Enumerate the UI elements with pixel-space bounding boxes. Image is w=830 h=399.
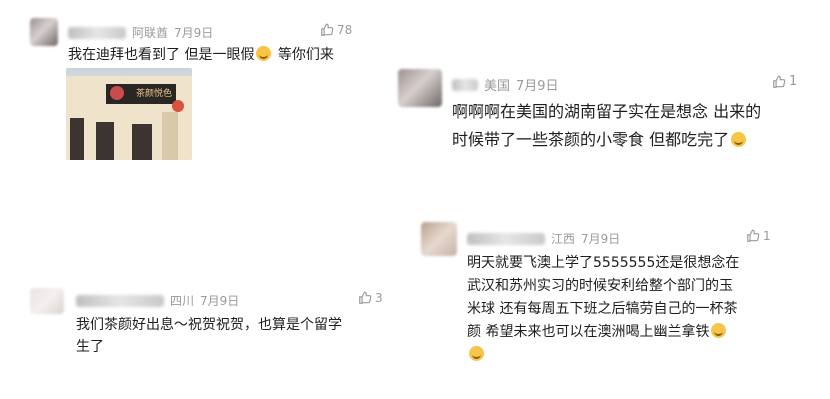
username-blurred bbox=[68, 26, 126, 39]
comment-text: 我们茶颜好出息～祝贺祝贺，也算是个留学 生了 bbox=[76, 317, 342, 355]
like-button[interactable]: 1 bbox=[772, 74, 797, 89]
comment-text: 我在迪拜也看到了 但是一眼假 等你们来 bbox=[68, 46, 334, 63]
grin-sweat-emoji-icon bbox=[256, 46, 272, 61]
username-blurred bbox=[76, 294, 164, 307]
thumbs-up-icon bbox=[359, 291, 372, 304]
like-button[interactable]: 78 bbox=[320, 23, 352, 37]
crying-emoji-icon bbox=[711, 323, 727, 338]
comment-text: 明天就要飞澳上学了5555555还是很想念在 武汉和苏州实习的时候安利给整个部门… bbox=[467, 252, 739, 367]
avatar[interactable] bbox=[398, 69, 442, 107]
comment-location: 江西 bbox=[551, 232, 576, 246]
thumbs-up-icon bbox=[321, 23, 334, 36]
avatar[interactable] bbox=[421, 222, 457, 256]
comment-date: 7月9日 bbox=[516, 79, 559, 94]
comment-location: 阿联酋 bbox=[132, 26, 169, 40]
crying-emoji-icon bbox=[469, 346, 484, 361]
comment-meta: 四川 7月9日 bbox=[76, 292, 239, 309]
like-button[interactable]: 1 bbox=[746, 229, 771, 243]
username-blurred bbox=[452, 78, 478, 91]
comment-location: 四川 bbox=[170, 294, 195, 308]
comment-meta: 江西 7月9日 bbox=[467, 230, 620, 247]
avatar[interactable] bbox=[30, 18, 58, 46]
thumbs-up-icon bbox=[773, 75, 786, 88]
like-count: 78 bbox=[337, 23, 353, 37]
thumbs-up-icon bbox=[747, 229, 760, 242]
comment-date: 7月9日 bbox=[581, 232, 621, 246]
comment-photo[interactable]: 茶颜悦色 bbox=[66, 68, 192, 160]
avatar[interactable] bbox=[30, 288, 64, 314]
username-blurred bbox=[467, 232, 545, 245]
comment-date: 7月9日 bbox=[200, 294, 240, 308]
sweat-emoji-icon bbox=[731, 132, 747, 147]
like-count: 1 bbox=[763, 229, 771, 243]
brand-logo bbox=[110, 86, 124, 100]
comment-meta: 美国 7月9日 bbox=[452, 75, 559, 94]
comment-meta: 阿联酋 7月9日 bbox=[68, 24, 213, 41]
like-count: 3 bbox=[375, 291, 383, 305]
comment-location: 美国 bbox=[484, 79, 511, 94]
like-button[interactable]: 3 bbox=[358, 291, 383, 305]
like-count: 1 bbox=[789, 74, 798, 89]
comment-date: 7月9日 bbox=[174, 26, 214, 40]
comment-text: 啊啊啊在美国的湖南留子实在是想念 出来的 时候带了一些茶颜的小零食 但都吃完了 bbox=[452, 102, 762, 149]
